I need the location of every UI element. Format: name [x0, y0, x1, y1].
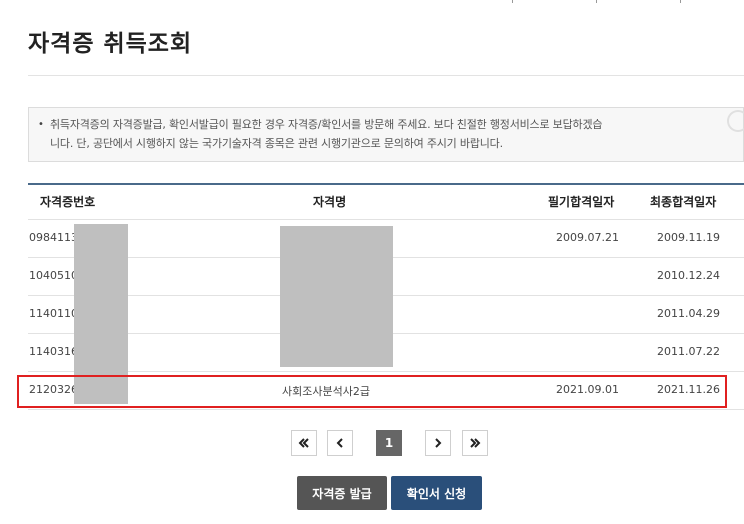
- table-row-final-date: 2011.04.29: [657, 307, 720, 320]
- highlighted-row-outline: [17, 375, 727, 408]
- prev-page-button[interactable]: [327, 430, 353, 456]
- next-page-button[interactable]: [425, 430, 451, 456]
- last-page-button[interactable]: [462, 430, 488, 456]
- page-title: 자격증 취득조회: [28, 31, 193, 57]
- table-row-cert-no: 0984113: [29, 231, 78, 244]
- table-row-written-date: 2009.07.21: [556, 231, 619, 244]
- notice-bullet: •: [38, 119, 44, 130]
- notice-text-line-1: 취득자격증의 자격증발급, 확인서발급이 필요한 경우 자격증/확인서를 방문해…: [50, 118, 603, 131]
- table-row-cert-no: 1040510: [29, 269, 78, 282]
- notice-box: • 취득자격증의 자격증발급, 확인서발급이 필요한 경우 자격증/확인서를 방…: [28, 107, 744, 162]
- table-row-final-date: 2009.11.19: [657, 231, 720, 244]
- first-page-button[interactable]: [291, 430, 317, 456]
- notice-decoration-icon: [727, 110, 744, 132]
- header-final-date: 최종합격일자: [650, 195, 717, 209]
- breadcrumb-separator: [680, 0, 681, 3]
- table-row-cert-no: 1140316: [29, 345, 78, 358]
- page-1-button[interactable]: 1: [376, 430, 402, 456]
- notice-text-line-2: 니다. 단, 공단에서 시행하지 않는 국가기술자격 종목은 관련 시행기관으로…: [50, 137, 503, 150]
- request-confirmation-button[interactable]: 확인서 신청: [391, 476, 482, 510]
- issue-certificate-button[interactable]: 자격증 발급: [297, 476, 387, 510]
- row-divider: [28, 219, 744, 220]
- double-chevron-right-icon: [470, 438, 481, 448]
- table-row-final-date: 2010.12.24: [657, 269, 720, 282]
- header-cert-no: 자격증번호: [40, 195, 96, 209]
- row-divider: [28, 371, 744, 372]
- table-top-border: [28, 183, 744, 185]
- double-chevron-left-icon: [298, 438, 309, 448]
- header-written-date: 필기합격일자: [548, 195, 615, 209]
- breadcrumb-separator: [512, 0, 513, 3]
- table-row-final-date: 2011.07.22: [657, 345, 720, 358]
- redaction-block-cert-name: [280, 226, 393, 367]
- breadcrumb-separator: [596, 0, 597, 3]
- header-cert-name: 자격명: [313, 195, 347, 209]
- title-divider: [28, 75, 744, 76]
- chevron-left-icon: [336, 438, 343, 448]
- chevron-right-icon: [435, 438, 442, 448]
- row-divider: [28, 409, 744, 410]
- table-row-cert-no: 1140110: [29, 307, 78, 320]
